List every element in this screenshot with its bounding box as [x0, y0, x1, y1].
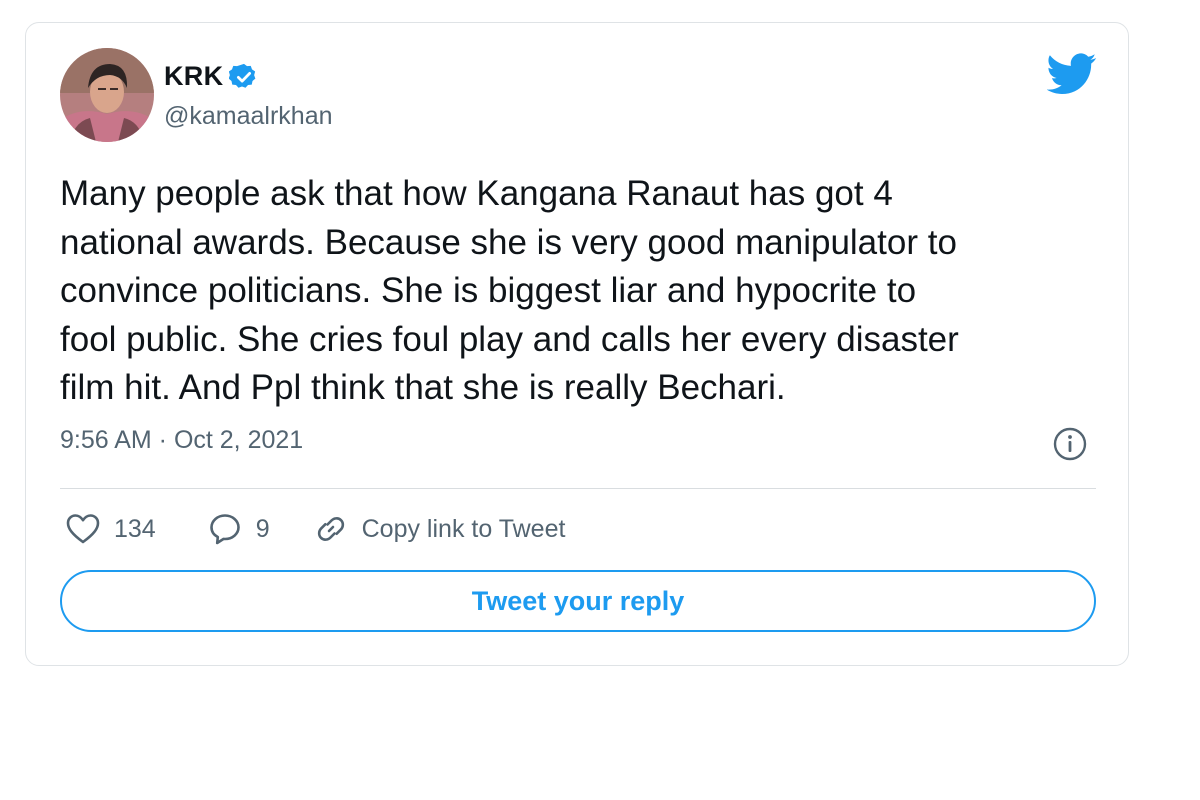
tweet-actions: 134 9 Copy link to Tweet: [66, 509, 565, 549]
copy-link-label: Copy link to Tweet: [361, 514, 566, 543]
tweet-timestamp[interactable]: 9:56 AM · Oct 2, 2021: [60, 426, 303, 455]
author-name-row[interactable]: KRK: [164, 61, 259, 92]
avatar[interactable]: [60, 48, 154, 142]
author-name[interactable]: KRK: [164, 61, 223, 92]
tweet-your-reply-button[interactable]: Tweet your reply: [60, 570, 1096, 632]
reply-button[interactable]: 9: [208, 512, 270, 546]
reply-count: 9: [255, 514, 270, 543]
info-icon[interactable]: [1052, 426, 1088, 462]
copy-link-button[interactable]: Copy link to Tweet: [314, 512, 566, 546]
reply-bubble-icon: [209, 514, 240, 545]
tweet-card: KRK @kamaalrkhan Many people ask that ho…: [25, 22, 1129, 666]
heart-icon: [66, 514, 100, 544]
verified-badge-icon: [229, 63, 256, 88]
twitter-bird-icon[interactable]: [1047, 53, 1097, 95]
link-icon: [317, 517, 344, 541]
tweet-text: Many people ask that how Kangana Ranaut …: [60, 174, 959, 407]
author-handle[interactable]: @kamaalrkhan: [164, 102, 333, 131]
like-count: 134: [114, 514, 156, 543]
like-button[interactable]: 134: [66, 513, 156, 545]
divider: [60, 488, 1096, 489]
